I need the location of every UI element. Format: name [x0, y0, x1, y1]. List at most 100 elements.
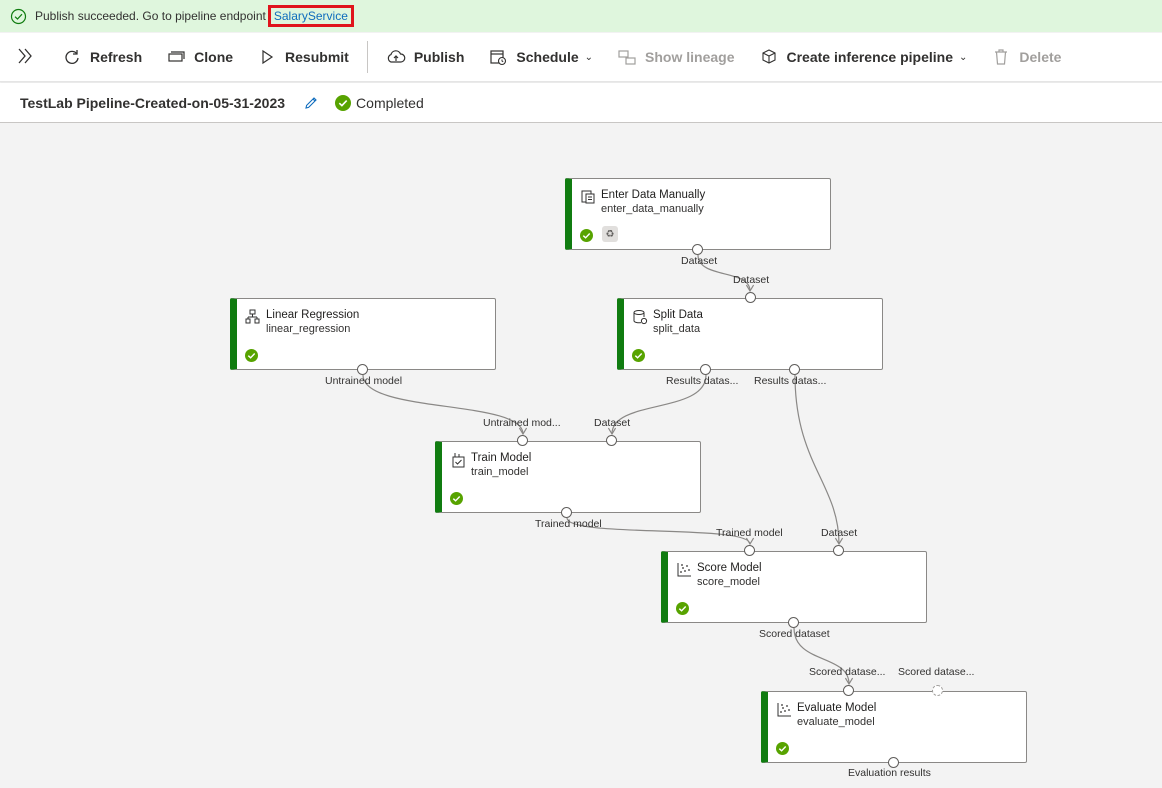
trash-icon	[991, 47, 1011, 67]
publish-button[interactable]: Publish	[374, 33, 477, 82]
create-inference-pipeline-button[interactable]: Create inference pipeline ⌄	[747, 33, 980, 82]
module-subtitle: evaluate_model	[797, 716, 875, 728]
lineage-icon	[617, 47, 637, 67]
module-title: Train Model	[471, 452, 532, 464]
schedule-label: Schedule	[516, 49, 579, 65]
port-label: Results datas...	[666, 375, 739, 387]
cube-icon	[759, 47, 779, 67]
module-title: Score Model	[697, 562, 762, 574]
check-circle-icon	[10, 8, 27, 25]
refresh-label: Refresh	[90, 49, 143, 65]
module-linear-regression[interactable]: Linear Regression linear_regression	[230, 298, 496, 370]
delete-label: Delete	[1019, 49, 1062, 65]
input-port-train-untrained-model[interactable]	[517, 435, 528, 446]
check-circle-icon	[776, 742, 789, 755]
module-title: Evaluate Model	[797, 702, 877, 714]
refresh-icon	[62, 47, 82, 67]
output-port-score-model[interactable]	[788, 617, 799, 628]
port-label: Evaluation results	[848, 767, 931, 779]
database-icon	[632, 309, 648, 325]
delete-button[interactable]: Delete	[979, 33, 1073, 82]
play-icon	[257, 47, 277, 67]
module-subtitle: enter_data_manually	[601, 203, 704, 215]
pipeline-header: TestLab Pipeline-Created-on-05-31-2023 C…	[0, 83, 1162, 123]
check-circle-icon	[632, 349, 645, 362]
clone-button[interactable]: Clone	[154, 33, 245, 82]
module-train-model[interactable]: Train Model train_model	[435, 441, 701, 513]
input-port-score-trained-model[interactable]	[744, 545, 755, 556]
port-label: Untrained mod...	[483, 417, 561, 429]
check-circle-icon	[580, 229, 593, 242]
port-label: Dataset	[821, 527, 858, 539]
status-text: Completed	[356, 94, 424, 111]
cloud-upload-icon	[386, 47, 406, 67]
port-label: Dataset	[681, 255, 718, 267]
check-circle-icon	[676, 602, 689, 615]
port-label: Trained model	[716, 527, 783, 539]
toolbar-divider	[366, 41, 368, 73]
port-label: Trained model	[535, 518, 602, 530]
port-label: Dataset	[733, 274, 770, 286]
check-circle-icon	[450, 492, 463, 505]
resubmit-button[interactable]: Resubmit	[245, 33, 361, 82]
enter-data-icon	[580, 189, 596, 205]
input-port-train-dataset[interactable]	[606, 435, 617, 446]
output-port-train-model[interactable]	[561, 507, 572, 518]
chevron-down-icon: ⌄	[959, 51, 968, 63]
chevron-down-icon: ⌄	[584, 51, 594, 63]
schedule-button[interactable]: Schedule ⌄	[476, 33, 605, 82]
module-subtitle: split_data	[653, 323, 701, 335]
input-port-split-data-dataset[interactable]	[745, 292, 756, 303]
check-circle-icon	[335, 94, 352, 111]
page-title: TestLab Pipeline-Created-on-05-31-2023	[20, 94, 286, 111]
resubmit-label: Resubmit	[285, 49, 349, 65]
module-split-data[interactable]: Split Data split_data	[617, 298, 883, 370]
module-subtitle: linear_regression	[266, 323, 351, 335]
module-title: Enter Data Manually	[601, 189, 706, 201]
clone-icon	[166, 47, 186, 67]
calendar-clock-icon	[488, 47, 508, 67]
output-port-split-data-1[interactable]	[700, 364, 711, 375]
publish-label: Publish	[413, 49, 465, 65]
module-subtitle: score_model	[697, 576, 760, 588]
clone-label: Clone	[194, 49, 234, 65]
input-port-evaluate-scored-1[interactable]	[843, 685, 854, 696]
port-label: Results datas...	[754, 375, 827, 387]
output-port-linear-regression[interactable]	[357, 364, 368, 375]
refresh-button[interactable]: Refresh	[50, 33, 154, 82]
double-chevron-right-icon	[16, 47, 34, 68]
show-lineage-label: Show lineage	[645, 49, 735, 65]
output-port-enter-data-dataset[interactable]	[692, 244, 703, 255]
module-enter-data-manually[interactable]: Enter Data Manually enter_data_manually …	[565, 178, 831, 250]
port-label: Scored datase...	[809, 666, 886, 678]
check-circle-icon	[245, 349, 258, 362]
module-title: Split Data	[653, 309, 703, 321]
regression-icon	[245, 309, 261, 325]
port-label: Scored dataset	[759, 628, 830, 640]
status-badge: Completed	[335, 94, 424, 111]
show-lineage-button[interactable]: Show lineage	[605, 33, 746, 82]
port-label: Dataset	[594, 417, 631, 429]
module-subtitle: train_model	[471, 466, 529, 478]
scatter-chart-icon	[676, 562, 692, 578]
input-port-evaluate-scored-2[interactable]	[932, 685, 943, 696]
train-model-icon	[450, 452, 466, 468]
port-label: Scored datase...	[898, 666, 975, 678]
publish-success-banner: Publish succeeded. Go to pipeline endpoi…	[0, 0, 1162, 32]
input-port-score-dataset[interactable]	[833, 545, 844, 556]
port-label: Untrained model	[325, 375, 403, 387]
module-evaluate-model[interactable]: Evaluate Model evaluate_model	[761, 691, 1027, 763]
module-score-model[interactable]: Score Model score_model	[661, 551, 927, 623]
pipeline-endpoint-link[interactable]: SalaryService	[267, 5, 354, 27]
module-title: Linear Regression	[266, 309, 360, 321]
banner-message: Publish succeeded. Go to pipeline endpoi…	[35, 9, 266, 23]
edge-split-score	[794, 374, 844, 546]
pencil-icon[interactable]	[303, 95, 319, 111]
reuse-icon: ♻	[602, 226, 618, 242]
pipeline-canvas[interactable]: Enter Data Manually enter_data_manually …	[0, 124, 1162, 788]
toolbar: Refresh Clone Resubmit Publish Schedule …	[0, 33, 1162, 82]
output-port-split-data-2[interactable]	[789, 364, 800, 375]
expand-button[interactable]	[0, 33, 50, 82]
create-inference-label: Create inference pipeline	[786, 49, 954, 65]
scatter-chart-icon	[776, 702, 792, 718]
